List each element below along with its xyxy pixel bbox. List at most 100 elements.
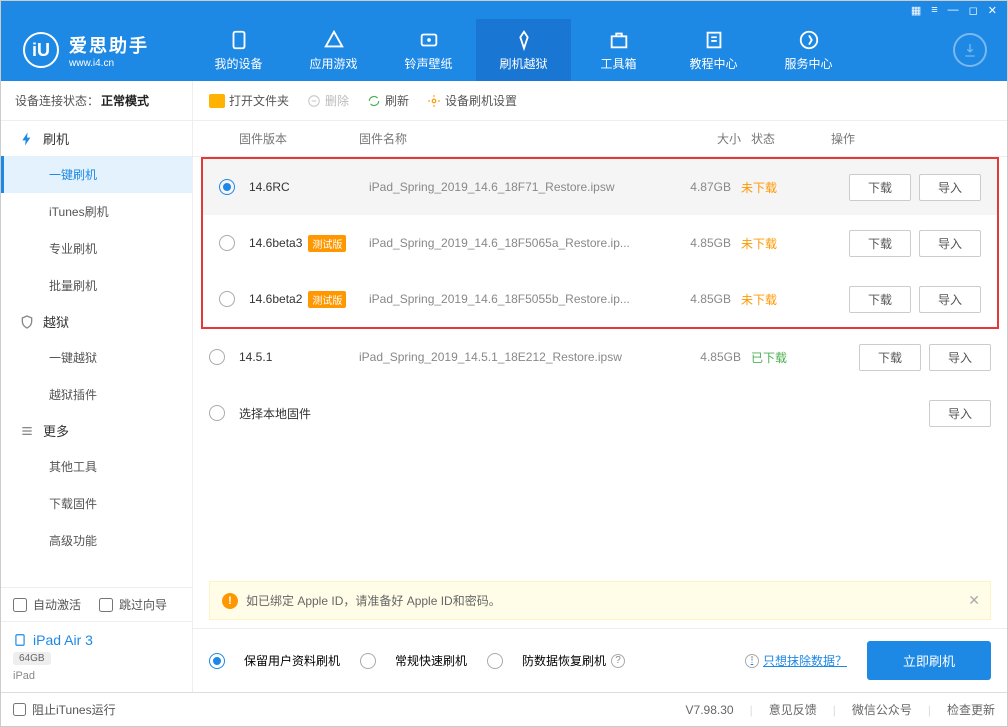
flash-option-防数据恢复刷机[interactable]: 防数据恢复刷机? xyxy=(487,652,625,669)
beta-badge: 测试版 xyxy=(308,235,346,252)
window-titlebar: ▦ ≡ — ◻ ✕ xyxy=(1,1,1007,19)
app-url: www.i4.cn xyxy=(69,58,149,69)
warning-icon: ! xyxy=(222,593,238,609)
sidebar-item-iTunes刷机[interactable]: iTunes刷机 xyxy=(1,193,192,230)
sidebar: 设备连接状态：正常模式 刷机一键刷机iTunes刷机专业刷机批量刷机越狱一键越狱… xyxy=(1,81,193,692)
main-content: 打开文件夹 删除 刷新 设备刷机设置 固件版本 固件名称 大小 状态 操作 14… xyxy=(193,81,1007,692)
nav-铃声壁纸[interactable]: 铃声壁纸 xyxy=(381,19,476,81)
check-update-link[interactable]: 检查更新 xyxy=(947,701,995,718)
flash-settings-button[interactable]: 设备刷机设置 xyxy=(427,92,517,109)
flash-option-保留用户资料刷机[interactable]: 保留用户资料刷机 xyxy=(209,652,340,669)
firmware-status: 未下载 xyxy=(741,235,821,252)
select-radio[interactable] xyxy=(219,179,235,195)
app-version: V7.98.30 xyxy=(686,703,734,717)
auto-activate-checkbox[interactable] xyxy=(13,598,27,612)
block-itunes-checkbox[interactable] xyxy=(13,703,26,716)
import-button[interactable]: 导入 xyxy=(919,174,981,201)
firmware-row[interactable]: 选择本地固件 导入 xyxy=(193,385,1007,441)
firmware-size: 4.85GB xyxy=(661,292,741,306)
table-header: 固件版本 固件名称 大小 状态 操作 xyxy=(193,121,1007,157)
delete-button[interactable]: 删除 xyxy=(307,92,349,109)
refresh-button[interactable]: 刷新 xyxy=(367,92,409,109)
connection-status: 设备连接状态：正常模式 xyxy=(1,81,192,121)
gift-icon[interactable]: ▦ xyxy=(911,4,921,17)
sidebar-section-更多[interactable]: 更多 xyxy=(1,413,192,448)
wechat-link[interactable]: 微信公众号 xyxy=(852,701,912,718)
firmware-version: 14.6beta2测试版 xyxy=(249,291,369,308)
sidebar-section-越狱[interactable]: 越狱 xyxy=(1,304,192,339)
option-radio[interactable] xyxy=(360,653,376,669)
nav-我的设备[interactable]: 我的设备 xyxy=(191,19,286,81)
download-button[interactable]: 下载 xyxy=(849,174,911,201)
device-info: iPad Air 3 64GB iPad xyxy=(1,621,192,692)
select-radio[interactable] xyxy=(219,235,235,251)
select-radio[interactable] xyxy=(209,405,225,421)
erase-data-link[interactable]: ! 只想抹除数据？ xyxy=(745,652,847,669)
flash-options-row: 保留用户资料刷机 常规快速刷机 防数据恢复刷机? ! 只想抹除数据？ 立即刷机 xyxy=(193,628,1007,692)
download-circle-button[interactable] xyxy=(953,33,987,67)
help-icon[interactable]: ? xyxy=(611,654,625,668)
block-itunes-label: 阻止iTunes运行 xyxy=(32,701,116,718)
nav-应用游戏[interactable]: 应用游戏 xyxy=(286,19,381,81)
status-bar: 阻止iTunes运行 V7.98.30| 意见反馈| 微信公众号| 检查更新 xyxy=(1,692,1007,726)
minimize-icon[interactable]: — xyxy=(948,4,959,16)
firmware-version: 选择本地固件 xyxy=(239,405,359,422)
download-button[interactable]: 下载 xyxy=(859,344,921,371)
sidebar-item-一键越狱[interactable]: 一键越狱 xyxy=(1,339,192,376)
firmware-status: 已下载 xyxy=(751,349,831,366)
import-button[interactable]: 导入 xyxy=(919,230,981,257)
sidebar-item-高级功能[interactable]: 高级功能 xyxy=(1,522,192,559)
option-radio[interactable] xyxy=(487,653,503,669)
folder-icon xyxy=(209,94,225,108)
sidebar-item-专业刷机[interactable]: 专业刷机 xyxy=(1,230,192,267)
sidebar-item-其他工具[interactable]: 其他工具 xyxy=(1,448,192,485)
sidebar-item-越狱插件[interactable]: 越狱插件 xyxy=(1,376,192,413)
nav-教程中心[interactable]: 教程中心 xyxy=(666,19,761,81)
feedback-link[interactable]: 意见反馈 xyxy=(769,701,817,718)
nav-服务中心[interactable]: 服务中心 xyxy=(761,19,856,81)
download-button[interactable]: 下载 xyxy=(849,230,911,257)
device-storage-badge: 64GB xyxy=(13,652,51,665)
notice-close-icon[interactable]: ✕ xyxy=(968,592,980,609)
apple-id-notice: ! 如已绑定 Apple ID，请准备好 Apple ID和密码。 ✕ xyxy=(209,581,991,620)
menu-icon[interactable]: ≡ xyxy=(931,4,937,16)
import-button[interactable]: 导入 xyxy=(929,400,991,427)
firmware-row[interactable]: 14.6beta2测试版iPad_Spring_2019_14.6_18F505… xyxy=(203,271,997,327)
nav-刷机越狱[interactable]: 刷机越狱 xyxy=(476,19,571,81)
nav-工具箱[interactable]: 工具箱 xyxy=(571,19,666,81)
app-header: iU 爱思助手 www.i4.cn 我的设备应用游戏铃声壁纸刷机越狱工具箱教程中… xyxy=(1,19,1007,81)
open-folder-button[interactable]: 打开文件夹 xyxy=(209,92,289,109)
logo-badge-icon: iU xyxy=(23,32,59,68)
flash-option-常规快速刷机[interactable]: 常规快速刷机 xyxy=(360,652,467,669)
skip-wizard-checkbox[interactable] xyxy=(99,598,113,612)
device-model: iPad xyxy=(13,670,180,682)
start-flash-button[interactable]: 立即刷机 xyxy=(867,641,991,680)
app-logo: iU 爱思助手 www.i4.cn xyxy=(1,32,191,69)
select-radio[interactable] xyxy=(219,291,235,307)
select-radio[interactable] xyxy=(209,349,225,365)
beta-badge: 测试版 xyxy=(308,291,346,308)
import-button[interactable]: 导入 xyxy=(919,286,981,313)
sidebar-section-刷机[interactable]: 刷机 xyxy=(1,121,192,156)
firmware-row[interactable]: 14.6RCiPad_Spring_2019_14.6_18F71_Restor… xyxy=(203,159,997,215)
maximize-icon[interactable]: ◻ xyxy=(969,4,978,17)
sidebar-item-一键刷机[interactable]: 一键刷机 xyxy=(1,156,192,193)
firmware-status: 未下载 xyxy=(741,179,821,196)
download-button[interactable]: 下载 xyxy=(849,286,911,313)
close-icon[interactable]: ✕ xyxy=(988,4,997,17)
firmware-row[interactable]: 14.5.1iPad_Spring_2019_14.5.1_18E212_Res… xyxy=(193,329,1007,385)
firmware-row[interactable]: 14.6beta3测试版iPad_Spring_2019_14.6_18F506… xyxy=(203,215,997,271)
firmware-version: 14.6RC xyxy=(249,180,369,194)
import-button[interactable]: 导入 xyxy=(929,344,991,371)
device-name[interactable]: iPad Air 3 xyxy=(13,632,180,648)
option-radio[interactable] xyxy=(209,653,225,669)
firmware-status: 未下载 xyxy=(741,291,821,308)
sidebar-item-批量刷机[interactable]: 批量刷机 xyxy=(1,267,192,304)
firmware-version: 14.6beta3测试版 xyxy=(249,235,369,252)
sidebar-item-下载固件[interactable]: 下载固件 xyxy=(1,485,192,522)
info-icon: ! xyxy=(745,654,759,668)
firmware-size: 4.85GB xyxy=(661,236,741,250)
firmware-size: 4.85GB xyxy=(671,350,751,364)
firmware-name: iPad_Spring_2019_14.6_18F71_Restore.ipsw xyxy=(369,180,661,194)
main-nav: 我的设备应用游戏铃声壁纸刷机越狱工具箱教程中心服务中心 xyxy=(191,19,953,81)
